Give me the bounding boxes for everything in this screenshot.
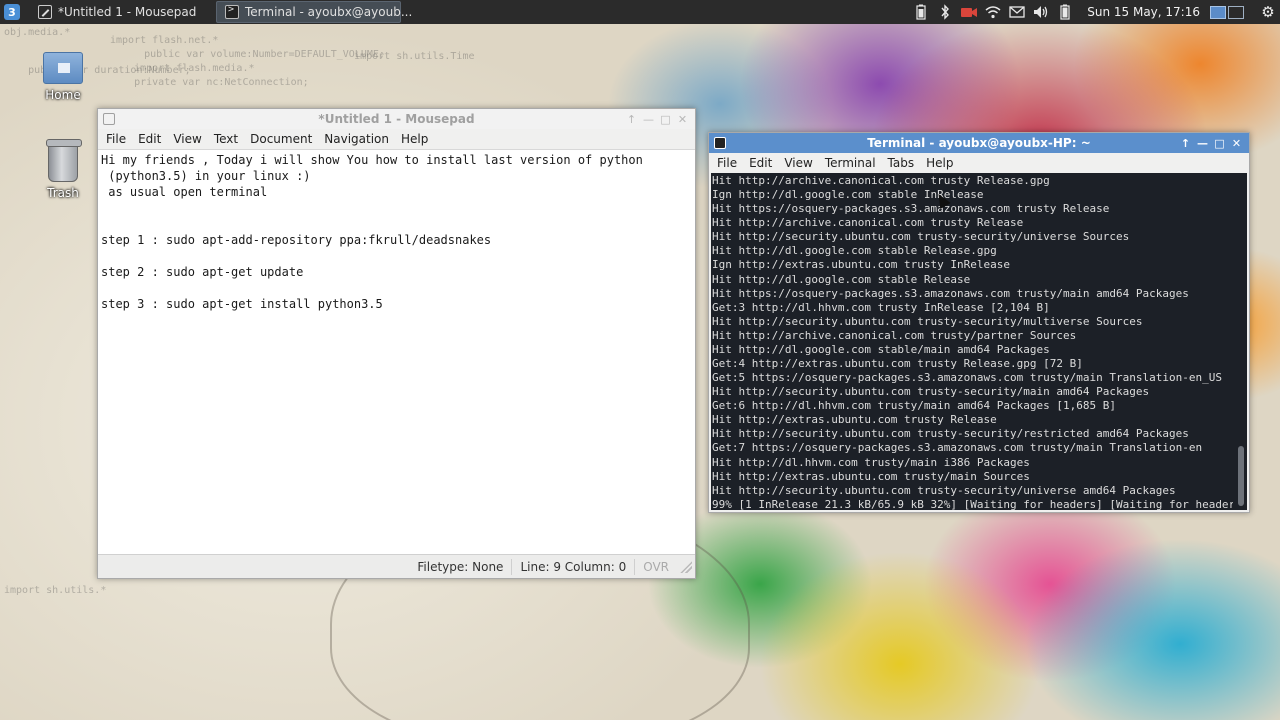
menu-file[interactable]: File xyxy=(711,156,743,170)
terminal-icon[interactable] xyxy=(714,137,726,149)
terminal-output-area[interactable]: Hit http://archive.canonical.com trusty … xyxy=(711,173,1247,510)
gear-icon[interactable]: ⚙ xyxy=(1256,0,1280,24)
menu-file[interactable]: File xyxy=(100,132,132,146)
top-panel: 3 *Untitled 1 - Mousepad Terminal - ayou… xyxy=(0,0,1280,24)
maximize-icon[interactable]: □ xyxy=(657,111,674,127)
terminal-line: Hit http://security.ubuntu.com trusty-se… xyxy=(712,314,1143,328)
clock[interactable]: Sun 15 May, 17:16 xyxy=(1087,5,1200,19)
terminal-line: Hit http://archive.canonical.com trusty … xyxy=(712,216,1024,230)
close-icon[interactable]: ✕ xyxy=(1228,135,1245,151)
terminal-line: Hit http://archive.canonical.com trusty … xyxy=(712,174,1050,187)
window-title: Terminal - ayoubx@ayoubx-HP: ~ xyxy=(867,136,1091,150)
terminal-line: Hit http://dl.hhvm.com trusty/main i386 … xyxy=(712,455,1030,469)
camera-icon[interactable] xyxy=(960,4,978,20)
overwrite-mode-status[interactable]: OVR xyxy=(634,558,677,575)
menu-view[interactable]: View xyxy=(778,156,818,170)
terminal-line: Hit http://security.ubuntu.com trusty-se… xyxy=(712,385,1150,399)
resize-grip-icon[interactable] xyxy=(680,560,692,573)
mousepad-titlebar[interactable]: *Untitled 1 - Mousepad ↑ — □ ✕ xyxy=(98,109,695,129)
terminal-output: Hit http://archive.canonical.com trusty … xyxy=(712,174,1233,510)
terminal-line: Hit https://osquery-packages.s3.amazonaw… xyxy=(712,286,1189,300)
menu-help[interactable]: Help xyxy=(395,132,434,146)
window-title: *Untitled 1 - Mousepad xyxy=(318,112,475,126)
terminal-menubar: File Edit View Terminal Tabs Help xyxy=(709,153,1249,173)
terminal-line: Hit http://security.ubuntu.com trusty-se… xyxy=(712,483,1176,497)
terminal-line: Ign http://dl.google.com stable InReleas… xyxy=(712,188,984,202)
wallpaper-code-5: import sh.utils.Time xyxy=(330,51,475,62)
terminal-line: Hit http://security.ubuntu.com trusty-se… xyxy=(712,230,1130,244)
terminal-progress-text: 99% [1 InRelease 21.3 kB/65.9 kB 32%] [W… xyxy=(712,497,1233,510)
terminal-line: Hit https://osquery-packages.s3.amazonaw… xyxy=(712,202,1110,216)
terminal-line: Hit http://archive.canonical.com trusty/… xyxy=(712,328,1077,342)
mail-icon[interactable] xyxy=(1008,4,1026,20)
workspace-1[interactable] xyxy=(1210,5,1226,19)
bluetooth-icon[interactable] xyxy=(936,4,954,20)
terminal-line: Ign http://extras.ubuntu.com trusty InRe… xyxy=(712,258,1011,272)
text-editor-icon xyxy=(38,5,52,19)
terminal-line: Hit http://dl.google.com stable/main amd… xyxy=(712,342,1050,356)
wallpaper-code-1: obj.media.* xyxy=(4,27,71,38)
applications-menu-button[interactable]: 3 xyxy=(0,0,24,24)
menu-text[interactable]: Text xyxy=(208,132,244,146)
scrollbar-thumb[interactable] xyxy=(1238,446,1244,506)
terminal-line: Get:7 https://osquery-packages.s3.amazon… xyxy=(712,441,1203,455)
minimize-icon[interactable]: — xyxy=(1194,135,1211,151)
desktop-icon-trash[interactable]: Trash xyxy=(28,139,98,200)
terminal-line: Get:5 https://osquery-packages.s3.amazon… xyxy=(712,371,1222,385)
text-editor-icon[interactable] xyxy=(103,113,115,125)
terminal-line: Hit http://dl.google.com stable Release.… xyxy=(712,244,997,258)
filetype-status[interactable]: Filetype: None xyxy=(409,559,511,575)
editor-text-area[interactable]: Hi my friends , Today i will show You ho… xyxy=(98,149,695,554)
mousepad-window: *Untitled 1 - Mousepad ↑ — □ ✕ File Edit… xyxy=(97,108,696,579)
terminal-icon xyxy=(225,4,239,19)
taskbar-button-terminal[interactable]: Terminal - ayoubx@ayoub... xyxy=(216,1,412,23)
close-icon[interactable]: ✕ xyxy=(674,111,691,127)
window-menu-icon[interactable]: ↑ xyxy=(623,111,640,127)
taskbar-button-label: *Untitled 1 - Mousepad xyxy=(58,5,197,19)
menu-help[interactable]: Help xyxy=(920,156,959,170)
terminal-line: Hit http://extras.ubuntu.com trusty/main… xyxy=(712,469,1030,483)
menu-navigation[interactable]: Navigation xyxy=(318,132,395,146)
wallpaper-code-6: private var nc:NetConnection; xyxy=(110,77,309,88)
desktop-icon-label: Home xyxy=(45,88,81,102)
battery-icon[interactable] xyxy=(912,4,930,20)
volume-icon[interactable] xyxy=(1032,4,1050,20)
terminal-line: Get:6 http://dl.hhvm.com trusty/main amd… xyxy=(712,399,1116,413)
terminal-line: Hit http://security.ubuntu.com trusty-se… xyxy=(712,427,1189,441)
workspace-switcher xyxy=(1208,5,1244,19)
terminal-window: Terminal - ayoubx@ayoubx-HP: ~ ↑ — □ ✕ F… xyxy=(708,132,1250,513)
taskbar-button-mousepad[interactable]: *Untitled 1 - Mousepad xyxy=(30,1,210,23)
menu-terminal[interactable]: Terminal xyxy=(819,156,882,170)
wallpaper-code-8: import sh.utils.* xyxy=(4,585,107,596)
mousepad-menubar: File Edit View Text Document Navigation … xyxy=(98,129,695,149)
terminal-scrollbar[interactable] xyxy=(1235,173,1247,510)
home-folder-icon xyxy=(43,52,83,84)
cursor-position-status: Line: 9 Column: 0 xyxy=(511,558,634,575)
wallpaper-code-2: import flash.net.* xyxy=(110,35,219,46)
menu-tabs[interactable]: Tabs xyxy=(882,156,921,170)
mousepad-statusbar: Filetype: None Line: 9 Column: 0 OVR xyxy=(98,554,695,578)
wifi-icon[interactable] xyxy=(984,4,1002,20)
terminal-line: Get:3 http://dl.hhvm.com trusty InReleas… xyxy=(712,300,1050,314)
maximize-icon[interactable]: □ xyxy=(1211,135,1228,151)
terminal-line: Hit http://dl.google.com stable Release xyxy=(712,272,971,286)
terminal-progress-line: 99% [1 InRelease 21.3 kB/65.9 kB 32%] [W… xyxy=(712,498,1233,510)
trash-icon xyxy=(46,139,82,182)
menu-view[interactable]: View xyxy=(167,132,207,146)
window-menu-icon[interactable]: ↑ xyxy=(1177,135,1194,151)
menu-document[interactable]: Document xyxy=(244,132,318,146)
system-tray: Sun 15 May, 17:16 ⚙ xyxy=(909,0,1280,24)
taskbar-button-label: Terminal - ayoubx@ayoub... xyxy=(245,5,413,19)
workspace-2[interactable] xyxy=(1228,5,1244,19)
desktop-icon-label: Trash xyxy=(47,186,79,200)
battery-level-icon[interactable] xyxy=(1056,4,1074,20)
menu-edit[interactable]: Edit xyxy=(132,132,167,146)
terminal-line: Hit http://extras.ubuntu.com trusty Rele… xyxy=(712,413,997,427)
minimize-icon[interactable]: — xyxy=(640,111,657,127)
terminal-titlebar[interactable]: Terminal - ayoubx@ayoubx-HP: ~ ↑ — □ ✕ xyxy=(709,133,1249,153)
terminal-line: Get:4 http://extras.ubuntu.com trusty Re… xyxy=(712,357,1083,371)
desktop-icon-home[interactable]: Home xyxy=(28,52,98,102)
distro-logo-icon: 3 xyxy=(4,4,20,20)
menu-edit[interactable]: Edit xyxy=(743,156,778,170)
